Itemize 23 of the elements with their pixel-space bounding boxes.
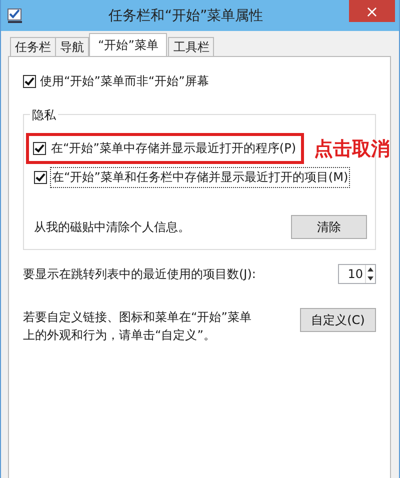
checkbox-label: 在“开始”菜单和任务栏中存储并显示最近打开的项目(M) xyxy=(51,168,350,187)
checkbox-label: 使用“开始”菜单而非“开始”屏幕 xyxy=(40,73,209,90)
checkbox[interactable] xyxy=(23,75,36,88)
up-arrow-icon[interactable] xyxy=(366,265,375,274)
checkbox-app-icon xyxy=(7,8,23,24)
customize-text: 若要自定义链接、图标和菜单在“开始”菜单上的外观和行为，请单击“自定义”。 xyxy=(23,309,252,344)
customize-button[interactable]: 自定义(C) xyxy=(300,308,376,332)
checkbox[interactable] xyxy=(34,171,47,184)
clear-info-text: 从我的磁贴中清除个人信息。 xyxy=(34,218,190,236)
group-title: 隐私 xyxy=(30,107,58,124)
tab[interactable]: 任务栏 xyxy=(10,37,56,56)
down-arrow-icon[interactable] xyxy=(366,274,375,283)
annotation-text: 点击取消 xyxy=(314,136,390,162)
clear-button[interactable]: 清除 xyxy=(291,215,367,239)
close-button[interactable]: × xyxy=(349,0,395,22)
window-title: 任务栏和“开始”菜单属性 xyxy=(108,6,264,24)
checkbox-label: 在“开始”菜单中存储并显示最近打开的程序(P) xyxy=(50,140,298,157)
jump-list-label: 要显示在跳转列表中的最近使用的项目数(J): xyxy=(23,266,256,282)
tab[interactable]: 导航 xyxy=(55,37,89,56)
checkbox[interactable] xyxy=(33,142,46,155)
tab[interactable]: 工具栏 xyxy=(168,37,214,56)
number-spinner[interactable]: 10 xyxy=(338,264,376,284)
tab[interactable]: “开始”菜单 xyxy=(89,33,168,56)
